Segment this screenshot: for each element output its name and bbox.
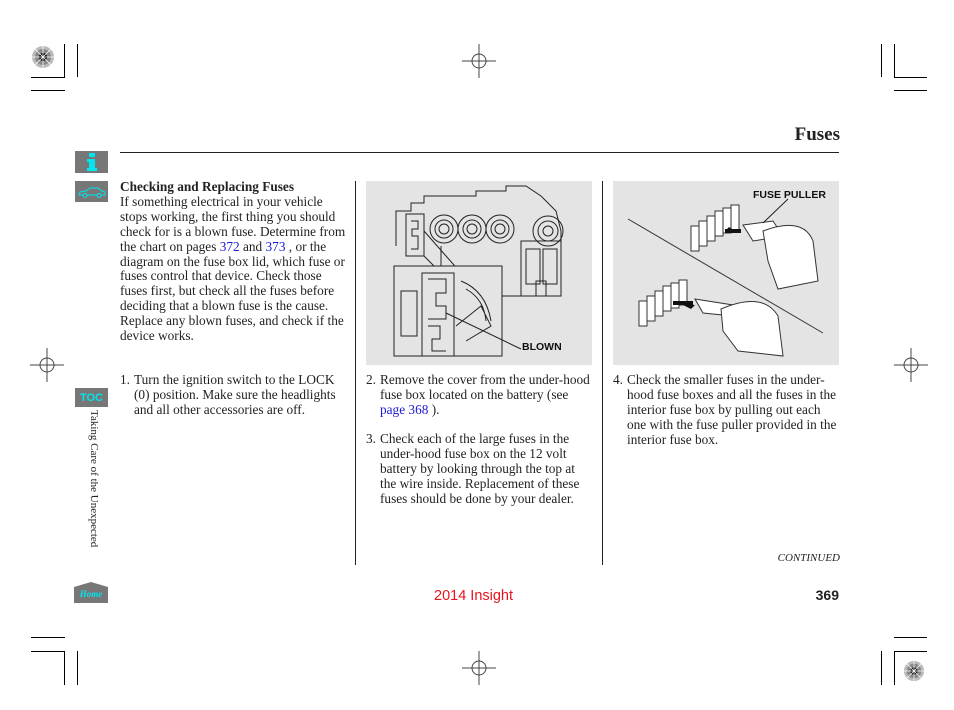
crosshair-icon xyxy=(30,348,64,382)
fuse-box-diagram xyxy=(393,185,564,357)
crop-line xyxy=(31,90,65,91)
step-3: 3. Check each of the large fuses in the … xyxy=(366,431,594,507)
toc-button[interactable]: TOC xyxy=(75,388,108,407)
step-text: Check each of the large fuses in the und… xyxy=(380,431,580,506)
car-icon xyxy=(77,187,105,198)
crop-line xyxy=(894,651,927,652)
title-rule xyxy=(120,152,839,153)
page-link-368[interactable]: page 368 xyxy=(380,402,428,417)
crop-line xyxy=(894,44,895,77)
step-text: Turn the ignition switch to the LOCK (0)… xyxy=(134,372,336,417)
crosshair-icon xyxy=(462,651,496,685)
registration-mark-icon xyxy=(32,46,54,68)
info-icon xyxy=(86,153,97,171)
section-tab[interactable]: Taking Care of the Unexpected xyxy=(84,410,102,580)
info-button[interactable] xyxy=(75,151,108,173)
crop-line xyxy=(31,651,65,652)
crosshair-icon xyxy=(462,44,496,78)
intro-section: Checking and Replacing Fuses If somethin… xyxy=(120,179,348,344)
crop-line xyxy=(77,651,78,685)
step-2: 2. Remove the cover from the under-hood … xyxy=(366,372,594,418)
crop-line xyxy=(31,77,65,78)
home-button[interactable]: Home xyxy=(74,582,108,603)
vehicle-button[interactable] xyxy=(75,181,108,202)
page-link-372[interactable]: 372 xyxy=(220,239,240,254)
crop-line xyxy=(894,77,927,78)
page-link-373[interactable]: 373 xyxy=(266,239,286,254)
crop-line xyxy=(894,90,927,91)
step-4: 4. Check the smaller fuses in the under-… xyxy=(613,372,841,448)
section-heading: Checking and Replacing Fuses xyxy=(120,179,294,194)
step-1: 1. Turn the ignition switch to the LOCK … xyxy=(120,372,348,418)
crop-line xyxy=(31,637,65,638)
crop-line xyxy=(77,44,78,77)
step-text: Check the smaller fuses in the under-hoo… xyxy=(627,372,837,447)
column-divider xyxy=(355,181,356,565)
intro-paragraph: If something electrical in your vehicle … xyxy=(120,193,346,344)
page-number: 369 xyxy=(815,587,839,603)
step-text: Remove the cover from the under-hood fus… xyxy=(380,372,590,417)
fuse-puller-diagram xyxy=(627,198,824,357)
crop-line xyxy=(64,651,65,685)
step-number: 2. xyxy=(366,372,376,387)
fuse-box-illustration: BLOWN xyxy=(366,181,592,365)
crop-line xyxy=(881,44,882,77)
section-label: Taking Care of the Unexpected xyxy=(88,410,100,548)
crop-line xyxy=(894,637,927,638)
home-icon: Home xyxy=(74,582,108,603)
page-title: Fuses xyxy=(794,124,840,145)
step-number: 4. xyxy=(613,372,623,387)
crop-line xyxy=(894,651,895,685)
crosshair-icon xyxy=(894,348,928,382)
step-number: 3. xyxy=(366,431,376,446)
model-name: 2014 Insight xyxy=(434,588,514,604)
fuse-puller-label: FUSE PULLER xyxy=(753,189,826,201)
blown-label: BLOWN xyxy=(522,341,562,353)
column-divider xyxy=(602,181,603,565)
fuse-puller-illustration: FUSE PULLER xyxy=(613,181,839,365)
continued-label: CONTINUED xyxy=(777,552,840,564)
registration-mark-icon xyxy=(903,660,925,682)
crop-line xyxy=(881,651,882,685)
svg-text:Home: Home xyxy=(79,589,103,599)
step-number: 1. xyxy=(120,372,130,387)
crop-line xyxy=(64,44,65,77)
